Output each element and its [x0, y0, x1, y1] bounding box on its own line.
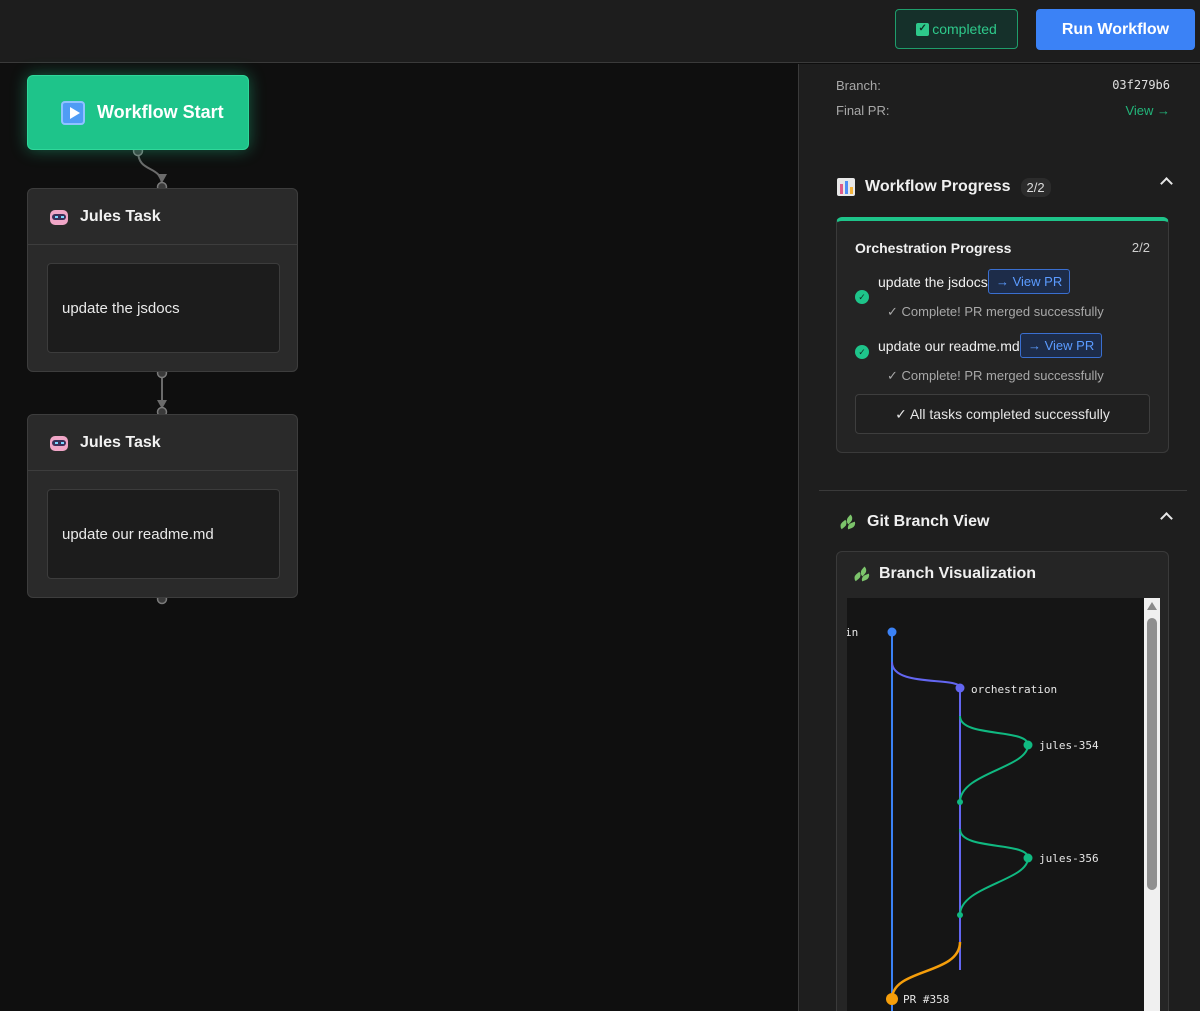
final-pr-label: Final PR: [836, 103, 890, 118]
section-divider [819, 490, 1187, 491]
task-node-header: Jules Task [28, 189, 297, 245]
final-pr-link[interactable]: View → [1125, 103, 1170, 118]
card-title: Orchestration Progress [855, 240, 1012, 256]
task-node-title: Jules Task [80, 207, 161, 225]
workflow-canvas[interactable]: Workflow Start Jules Task update the jsd… [0, 64, 798, 1011]
pr-merge-curve [890, 941, 962, 1000]
task-node-2[interactable]: Jules Task update our readme.md [27, 414, 298, 598]
scroll-up-icon[interactable] [1147, 602, 1157, 610]
all-tasks-complete-banner: ✓ All tasks completed successfully [855, 394, 1150, 434]
workflow-progress-header[interactable]: Workflow Progress 2/2 [837, 172, 1173, 202]
section-title: Workflow Progress [865, 178, 1011, 195]
bar-chart-icon [837, 178, 855, 196]
task2-branch-label: jules-356 [1039, 852, 1099, 865]
chevron-up-icon[interactable] [1160, 177, 1173, 190]
task1-merge-dot [957, 799, 963, 805]
branch-value: 03f279b6 [1112, 78, 1170, 92]
branch-graph-svg: in orchestration jules-354 jules-356 PR … [847, 626, 1099, 1011]
check-circle-icon: ✓ [855, 345, 869, 359]
task-node-title: Jules Task [80, 433, 161, 451]
orchestration-commit-dot [955, 683, 965, 693]
edge-arrow-1 [157, 174, 167, 183]
task-prompt[interactable]: update the jsdocs [47, 263, 280, 353]
top-bar: ✓ completed Run Workflow [0, 0, 1200, 63]
task2-commit-dot [1023, 853, 1033, 863]
check-icon: ✓ [916, 22, 930, 36]
edge-start-to-task1 [137, 150, 163, 187]
task2-merge-dot [957, 912, 963, 918]
branch-graph[interactable]: in orchestration jules-354 jules-356 PR … [847, 598, 1144, 1011]
progress-count-badge: 2/2 [1020, 177, 1051, 197]
orchestration-progress-card: Orchestration Progress 2/2 ✓ update the … [836, 217, 1169, 453]
status-label: completed [932, 21, 997, 37]
robot-icon [48, 433, 70, 453]
task-prompt[interactable]: update our readme.md [47, 489, 280, 579]
workflow-start-node[interactable]: Workflow Start [27, 75, 249, 150]
branch-row: Branch: 03f279b6 [836, 78, 1170, 93]
start-node-label: Workflow Start [97, 102, 224, 122]
final-pr-row: Final PR: View → [836, 103, 1170, 118]
chevron-up-icon[interactable] [1160, 512, 1173, 525]
main-commit-dot [887, 627, 897, 637]
task-node-1[interactable]: Jules Task update the jsdocs [27, 188, 298, 372]
orchestration-branch-label: orchestration [971, 683, 1057, 696]
robot-icon [48, 207, 70, 227]
pr-commit-dot [886, 993, 898, 1005]
card-count: 2/2 [1131, 240, 1150, 255]
task-status: ✓ Complete! PR merged successfully [887, 304, 1104, 319]
herb-icon [837, 512, 857, 532]
task-label: update our readme.md [878, 338, 1020, 354]
main-branch-label: in [847, 626, 858, 639]
scroll-thumb[interactable] [1147, 618, 1157, 890]
view-pr-button[interactable]: → View PR [988, 269, 1071, 294]
branch-label: Branch: [836, 78, 881, 93]
view-pr-button[interactable]: → View PR [1020, 333, 1103, 358]
branch-graph-scrollbar[interactable] [1144, 598, 1160, 1011]
herb-icon [851, 564, 871, 584]
task1-commit-dot [1023, 740, 1033, 750]
play-icon [61, 100, 85, 125]
task-label: update the jsdocs [878, 274, 988, 290]
check-circle-icon: ✓ [855, 290, 869, 304]
run-workflow-button[interactable]: Run Workflow [1036, 9, 1195, 50]
task1-branch-label: jules-354 [1039, 739, 1099, 752]
task2-branch-curve [959, 828, 1030, 916]
branch-card-header: Branch Visualization [851, 564, 1036, 584]
section-title: Git Branch View [867, 513, 990, 530]
status-button[interactable]: ✓ completed [895, 9, 1018, 49]
task-node-header: Jules Task [28, 415, 297, 471]
task1-branch-curve [959, 715, 1030, 803]
branch-visualization-card: Branch Visualization in orchestration j [836, 551, 1169, 1011]
pr-label: PR #358 [903, 993, 949, 1006]
orchestration-fork-curve [891, 661, 961, 689]
git-branch-view-header[interactable]: Git Branch View [837, 507, 1173, 537]
details-panel[interactable]: Branch: 03f279b6 Final PR: View → Workfl… [798, 64, 1200, 1011]
task-status: ✓ Complete! PR merged successfully [887, 368, 1104, 383]
card-title: Branch Visualization [879, 565, 1037, 582]
